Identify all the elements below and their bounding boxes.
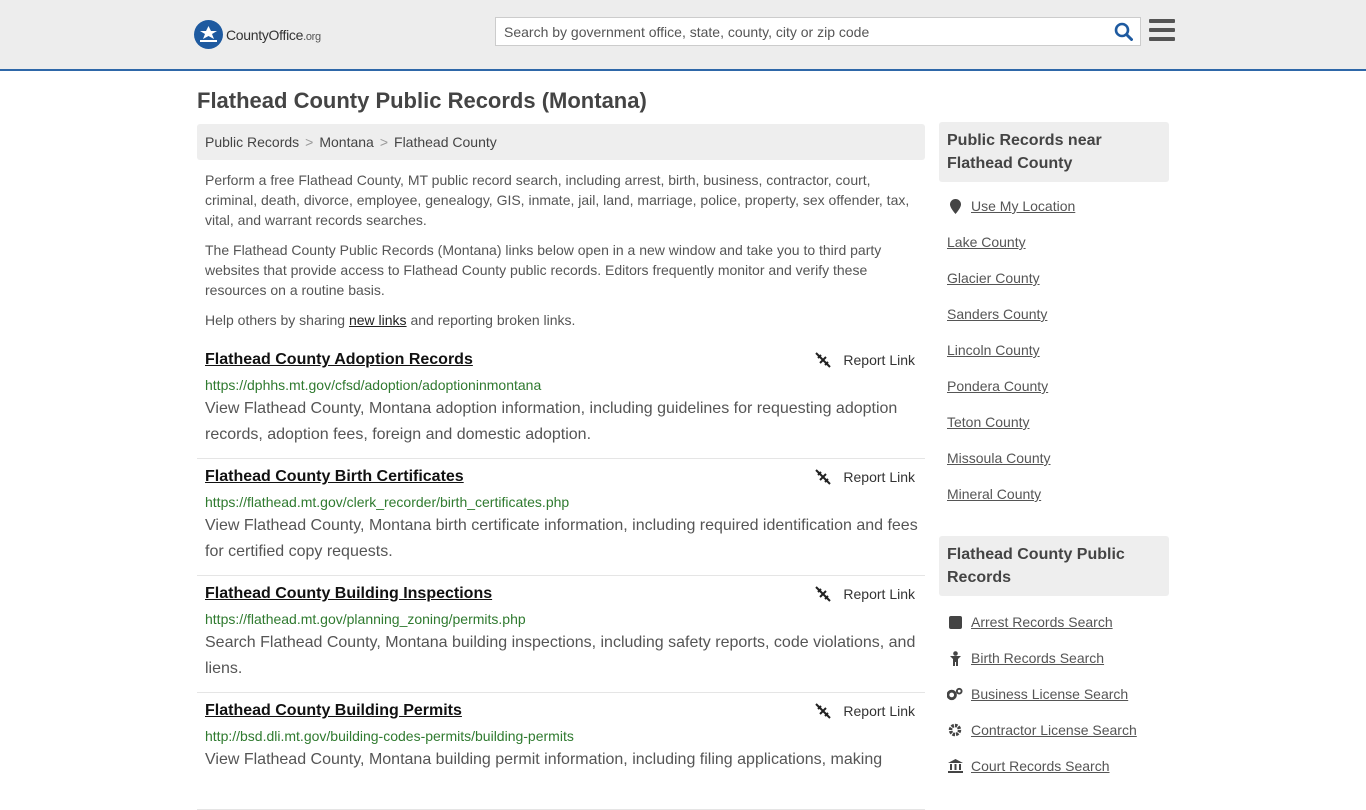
breadcrumb-separator: > [379,134,389,150]
report-link-button[interactable]: Report Link [815,703,915,719]
broken-link-icon [815,469,832,485]
top-bar: CountyOffice.org [0,0,1366,71]
new-links-link[interactable]: new links [349,312,407,328]
logo-text: CountyOffice [226,26,304,43]
records-sidebar: Flathead County Public Records Arrest Re… [939,536,1169,784]
nearby-county-link[interactable]: Glacier County [947,270,1040,286]
search-box [495,17,1141,46]
gears-icon [947,687,963,701]
breadcrumb-separator: > [305,134,314,150]
intro-paragraph: Perform a free Flathead County, MT publi… [205,172,910,228]
disclaimer-paragraph: The Flathead County Public Records (Mont… [205,242,882,298]
page-title: Flathead County Public Records (Montana) [197,88,647,113]
record-title-link[interactable]: Flathead County Building Permits [205,702,462,720]
records-list: Flathead County Adoption Records Report … [197,342,925,810]
contractor-license-link[interactable]: Contractor License Search [971,722,1137,738]
record-url: http://bsd.dli.mt.gov/building-codes-per… [205,728,574,744]
record-description: Search Flathead County, Montana building… [205,634,916,677]
map-marker-icon [947,198,963,214]
record-description: View Flathead County, Montana birth cert… [205,517,918,560]
record-link-item: Birth Records Search [947,640,1169,676]
nearby-heading: Public Records near Flathead County [939,122,1169,182]
nearby-county-item: Sanders County [947,296,1169,332]
record-link-item: Arrest Records Search [947,604,1169,640]
nearby-sidebar: Public Records near Flathead County Use … [939,122,1169,512]
search-icon [1114,22,1133,41]
report-link-button[interactable]: Report Link [815,586,915,602]
nearby-county-link[interactable]: Teton County [947,414,1030,430]
nearby-county-item: Pondera County [947,368,1169,404]
breadcrumb-flathead-county[interactable]: Flathead County [394,134,497,150]
search-button[interactable] [1106,18,1140,45]
record-item: Flathead County Adoption Records Report … [197,342,925,459]
report-link-button[interactable]: Report Link [815,469,915,485]
record-item: Flathead County Building Inspections Rep… [197,576,925,693]
record-url: https://flathead.mt.gov/clerk_recorder/b… [205,494,570,510]
record-link-item: Court Records Search [947,748,1169,784]
nearby-county-link[interactable]: Pondera County [947,378,1048,394]
record-link-item: Contractor License Search [947,712,1169,748]
hamburger-icon [1149,19,1175,23]
logo-icon [194,20,223,49]
logo[interactable]: CountyOffice.org [194,20,321,49]
arrest-records-link[interactable]: Arrest Records Search [971,614,1113,630]
birth-records-link[interactable]: Birth Records Search [971,650,1104,666]
nearby-county-item: Teton County [947,404,1169,440]
record-description: View Flathead County, Montana adoption i… [205,400,898,443]
nearby-county-link[interactable]: Missoula County [947,450,1051,466]
nearby-county-item: Lincoln County [947,332,1169,368]
record-title-link[interactable]: Flathead County Building Inspections [205,585,492,603]
use-location-item: Use My Location [947,188,1169,224]
broken-link-icon [815,586,832,602]
nearby-county-item: Missoula County [947,440,1169,476]
nearby-county-link[interactable]: Lincoln County [947,342,1040,358]
gear-icon [947,723,963,737]
record-title-link[interactable]: Flathead County Adoption Records [205,351,473,369]
report-link-button[interactable]: Report Link [815,352,915,368]
breadcrumb-montana[interactable]: Montana [319,134,373,150]
nearby-county-item: Lake County [947,224,1169,260]
use-location-link[interactable]: Use My Location [971,198,1075,214]
breadcrumb-public-records[interactable]: Public Records [205,134,299,150]
records-links-list: Arrest Records Search Birth Records Sear… [939,604,1169,784]
court-records-link[interactable]: Court Records Search [971,758,1110,774]
logo-suffix: .org [303,30,321,43]
breadcrumb: Public Records > Montana > Flathead Coun… [197,124,925,160]
record-link-item: Business License Search [947,676,1169,712]
business-license-link[interactable]: Business License Search [971,686,1128,702]
records-heading: Flathead County Public Records [939,536,1169,596]
nearby-county-item: Mineral County [947,476,1169,512]
record-item: Flathead County Building Permits Report … [197,693,925,810]
record-url: https://dphhs.mt.gov/cfsd/adoption/adopt… [205,377,542,393]
record-item: Flathead County Birth Certificates Repor… [197,459,925,576]
help-text: Help others by sharing new links and rep… [205,312,576,328]
search-input[interactable] [496,18,1106,45]
nearby-county-link[interactable]: Sanders County [947,306,1047,322]
menu-button[interactable] [1149,19,1175,42]
nearby-county-item: Glacier County [947,260,1169,296]
baby-icon [947,650,963,666]
broken-link-icon [815,352,832,368]
square-icon [947,615,963,629]
courthouse-icon [947,759,963,773]
nearby-county-link[interactable]: Lake County [947,234,1026,250]
record-description: View Flathead County, Montana building p… [205,751,883,768]
record-title-link[interactable]: Flathead County Birth Certificates [205,468,464,486]
record-url: https://flathead.mt.gov/planning_zoning/… [205,611,526,627]
nearby-county-link[interactable]: Mineral County [947,486,1041,502]
nearby-list: Use My Location Lake County Glacier Coun… [939,188,1169,512]
broken-link-icon [815,703,832,719]
